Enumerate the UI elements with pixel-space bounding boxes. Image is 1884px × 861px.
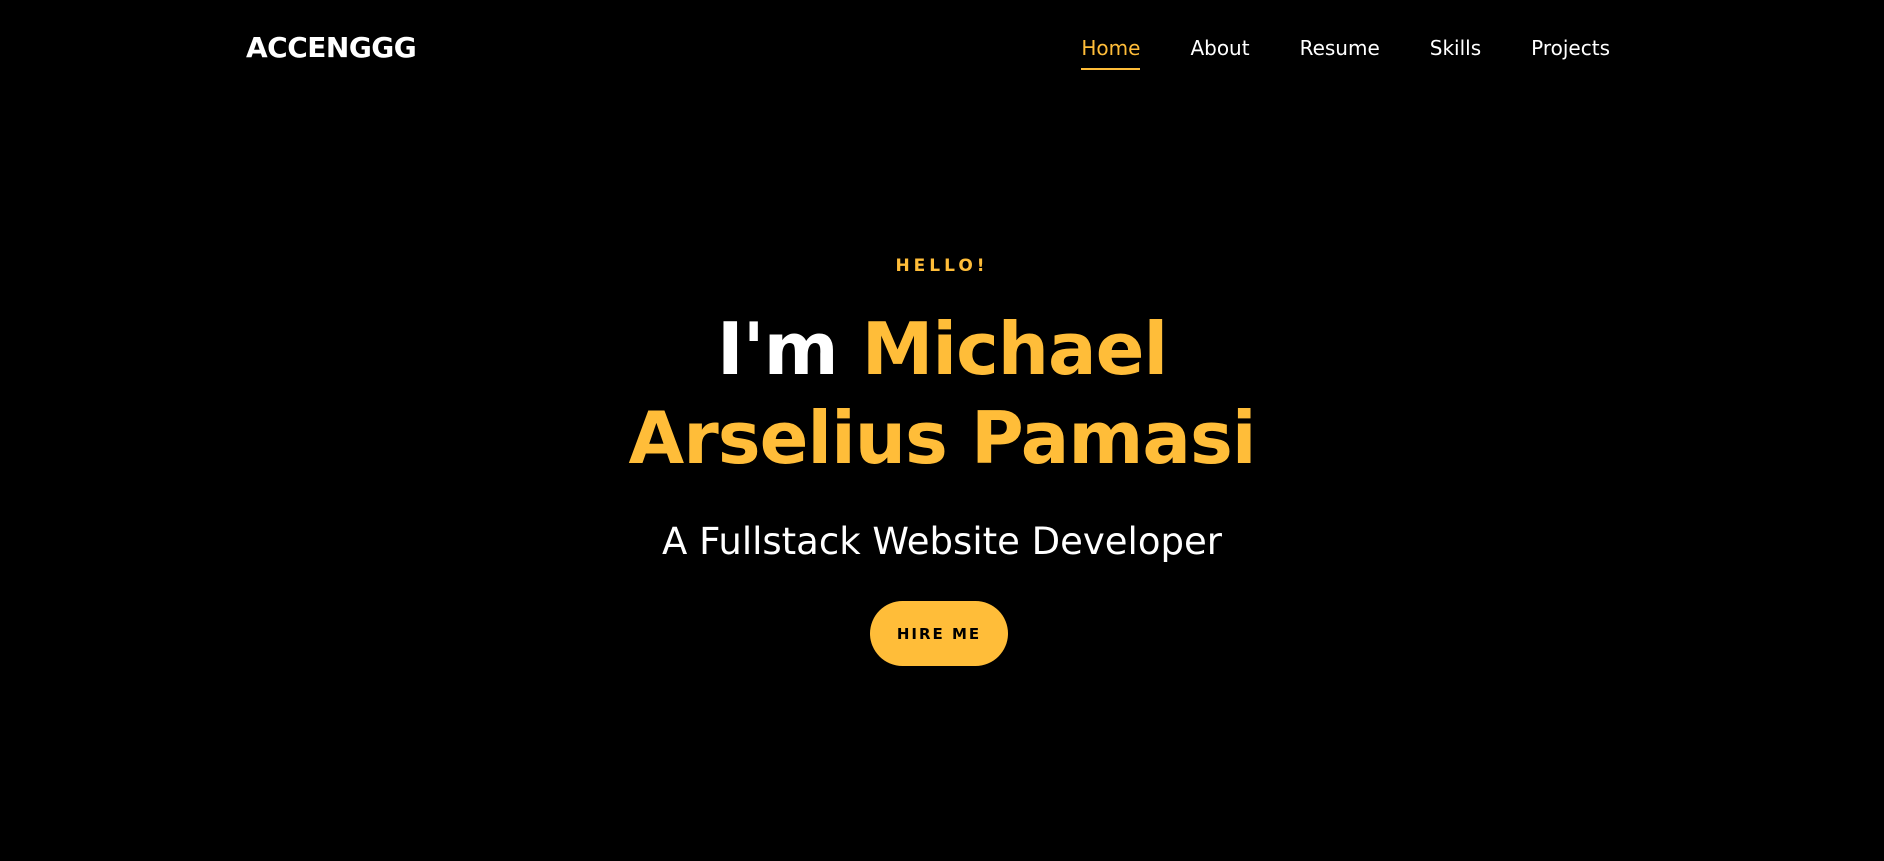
hero-headline: I'm Michael Arselius Pamasi (0, 305, 1884, 483)
headline-prefix: I'm (716, 307, 862, 391)
hero-greeting: HELLO! (895, 256, 989, 276)
hire-me-button[interactable]: HIRE ME (870, 601, 1008, 666)
nav-link-projects[interactable]: Projects (1531, 33, 1610, 67)
nav-menu: Home About Resume Skills Projects (1081, 33, 1610, 70)
nav-link-about[interactable]: About (1190, 33, 1249, 67)
headline-name-first: Michael (861, 307, 1168, 391)
brand-logo[interactable]: ACCENGGG (246, 30, 417, 66)
navbar: ACCENGGG Home About Resume Skills Projec… (0, 0, 1884, 96)
nav-link-resume[interactable]: Resume (1300, 33, 1380, 67)
hero-subtitle: A Fullstack Website Developer (662, 520, 1222, 563)
headline-name-rest: Arselius Pamasi (628, 396, 1256, 480)
nav-link-home[interactable]: Home (1081, 33, 1141, 70)
nav-link-skills[interactable]: Skills (1430, 33, 1481, 67)
